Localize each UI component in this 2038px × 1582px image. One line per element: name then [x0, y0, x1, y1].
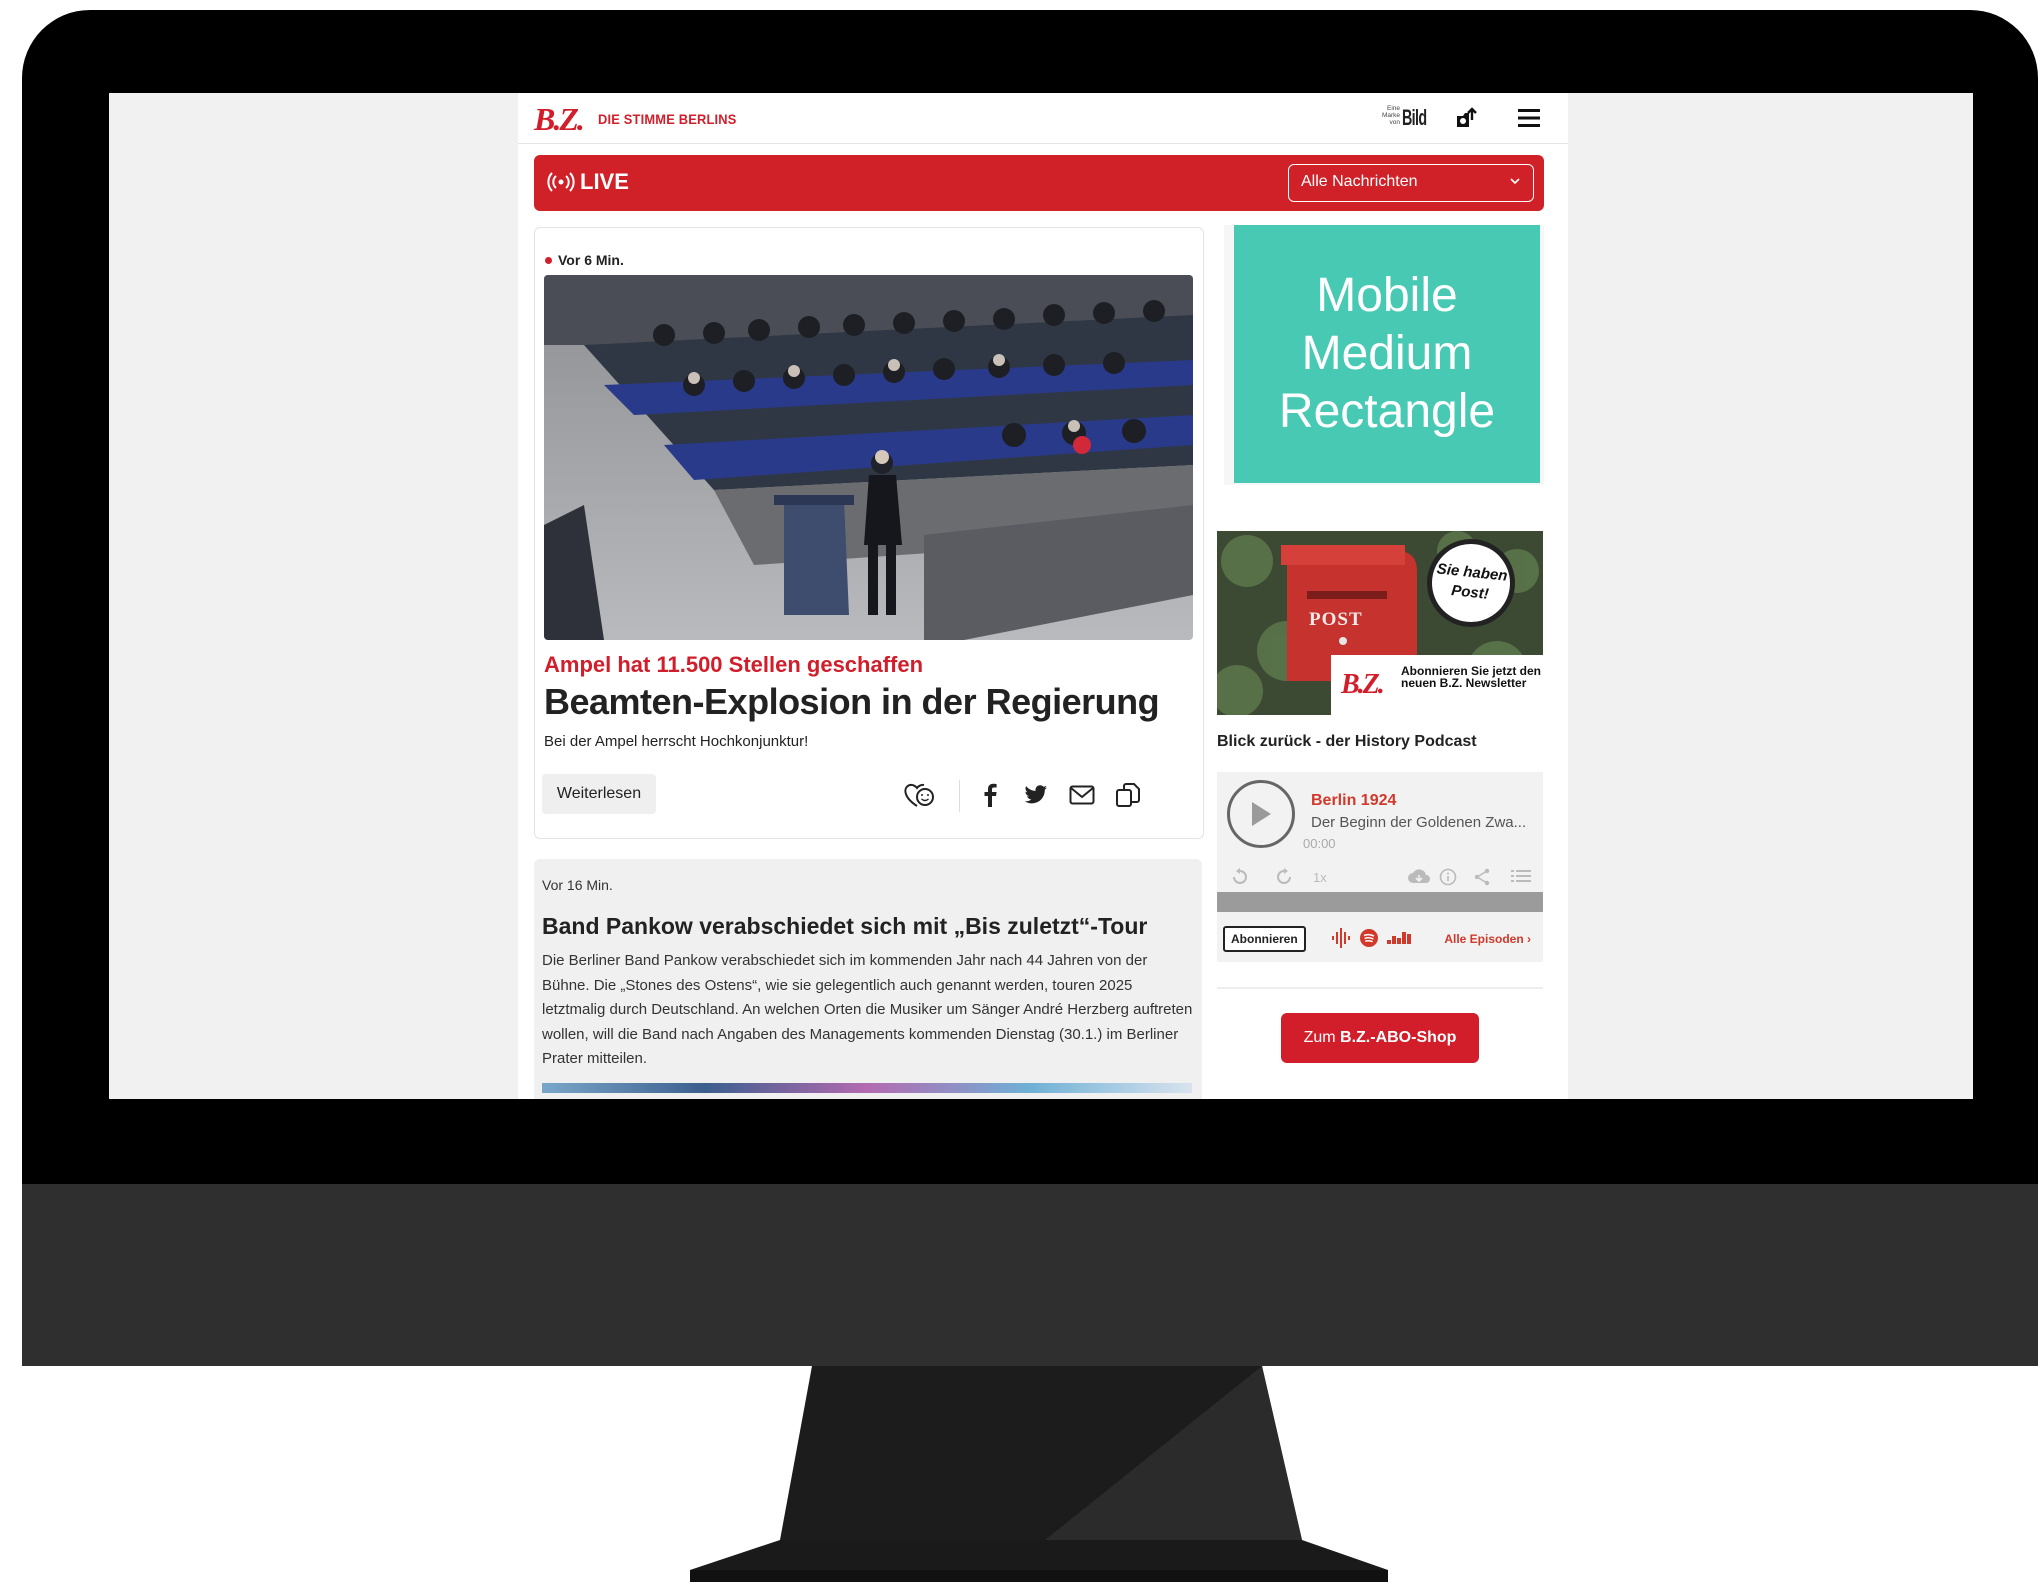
all-episodes-link[interactable]: Alle Episoden ›	[1444, 932, 1531, 946]
article-timestamp: Vor 6 Min.	[545, 252, 624, 268]
bild-brand-mark[interactable]: Eine Marke von Bild	[1380, 103, 1430, 131]
chevron-down-icon	[1510, 178, 1520, 185]
newsletter-logo: B.Z.	[1341, 669, 1385, 700]
live-text: LIVE	[580, 169, 629, 194]
read-more-button[interactable]: Weiterlesen	[542, 774, 656, 814]
playback-speed[interactable]: 1x	[1313, 870, 1327, 885]
article-image-preview[interactable]	[542, 1083, 1192, 1093]
brand-word: Bild	[1402, 105, 1427, 130]
article-title[interactable]: Band Pankow verabschiedet sich mit „Bis …	[542, 913, 1147, 940]
site-logo[interactable]: B.Z.	[534, 101, 585, 138]
monitor-chin	[22, 1184, 2038, 1366]
deezer-icon[interactable]	[1387, 926, 1411, 950]
ad-line-1: Mobile	[1316, 269, 1458, 322]
play-icon	[1252, 802, 1271, 826]
article-teaser: Bei der Ampel herrscht Hochkonjunktur!	[544, 733, 809, 750]
episode-description: Der Beginn der Goldenen Zwa...	[1311, 814, 1527, 831]
article-headline[interactable]: Beamten-Explosion in der Regierung	[544, 681, 1160, 723]
site-header: B.Z. DIE STIMME BERLINS Eine Marke von B…	[518, 93, 1568, 144]
live-bar: LIVE Alle Nachrichten	[534, 155, 1544, 211]
podcast-icon[interactable]	[1329, 926, 1353, 950]
share-icon[interactable]	[1450, 103, 1484, 133]
info-icon[interactable]	[1439, 868, 1457, 886]
site-slogan: DIE STIMME BERLINS	[598, 111, 737, 127]
article-timestamp: Vor 16 Min.	[542, 877, 613, 893]
share-divider	[959, 780, 960, 812]
abo-shop-button[interactable]: Zum B.Z.-ABO-Shop	[1281, 1013, 1479, 1063]
podcast-player: Berlin 1924 Der Beginn der Goldenen Zwa.…	[1217, 772, 1543, 962]
article-card-main: Vor 6 Min. Ampel hat 11.500 Stellen gesc…	[534, 227, 1204, 839]
broadcast-icon	[547, 172, 575, 192]
forward-icon[interactable]	[1275, 868, 1293, 886]
reaction-icon[interactable]	[901, 778, 935, 812]
play-button[interactable]	[1227, 780, 1295, 848]
share-icon[interactable]	[1473, 868, 1491, 886]
rewind-icon[interactable]	[1231, 868, 1249, 886]
facebook-icon[interactable]	[973, 778, 1007, 812]
playback-time: 00:00	[1303, 836, 1336, 851]
ad-mobile-medium-rectangle[interactable]: Mobile Medium Rectangle	[1234, 225, 1540, 483]
ad-line-2: Medium	[1301, 327, 1473, 380]
newsletter-banner[interactable]: POST Sie haben Post! B.Z. Abonnieren Sie …	[1217, 531, 1543, 715]
sidebar-divider	[1217, 987, 1543, 989]
podcast-section-title: Blick zurück - der History Podcast	[1217, 733, 1477, 750]
article-photo[interactable]	[544, 275, 1193, 640]
article-kicker[interactable]: Ampel hat 11.500 Stellen geschaffen	[544, 652, 923, 678]
episode-title[interactable]: Berlin 1924	[1311, 792, 1396, 810]
newsletter-card: B.Z. Abonnieren Sie jetzt den neuen B.Z.…	[1331, 655, 1543, 715]
post-label: POST	[1309, 609, 1363, 630]
ad-slot: Mobile Medium Rectangle	[1224, 225, 1544, 485]
menu-icon[interactable]	[1512, 103, 1546, 133]
news-page: B.Z. DIE STIMME BERLINS Eine Marke von B…	[518, 93, 1568, 1099]
spotify-icon[interactable]	[1359, 926, 1379, 950]
mail-icon[interactable]	[1065, 778, 1099, 812]
copy-icon[interactable]	[1111, 778, 1145, 812]
ad-line-3: Rectangle	[1278, 385, 1496, 438]
download-icon[interactable]	[1407, 868, 1431, 886]
article-card-secondary: Vor 16 Min. Band Pankow verabschiedet si…	[534, 859, 1202, 1099]
article-body: Die Berliner Band Pankow verabschiedet s…	[542, 952, 1193, 1067]
live-label: LIVE	[546, 169, 629, 195]
playback-progress-bar[interactable]	[1217, 892, 1543, 912]
abo-shop-prefix: Zum	[1303, 1029, 1341, 1046]
brand-small-text: Eine Marke von	[1381, 105, 1400, 126]
playlist-icon[interactable]	[1511, 868, 1531, 884]
news-filter-select[interactable]: Alle Nachrichten	[1288, 164, 1534, 202]
abo-shop-label: B.Z.-ABO-Shop	[1340, 1029, 1457, 1046]
twitter-icon[interactable]	[1019, 778, 1053, 812]
news-filter-value: Alle Nachrichten	[1301, 173, 1418, 190]
subscribe-button[interactable]: Abonnieren	[1223, 926, 1306, 952]
screen: B.Z. DIE STIMME BERLINS Eine Marke von B…	[109, 93, 1973, 1099]
newsletter-text: Abonnieren Sie jetzt den neuen B.Z. News…	[1401, 664, 1542, 690]
live-dot-icon	[545, 256, 552, 264]
